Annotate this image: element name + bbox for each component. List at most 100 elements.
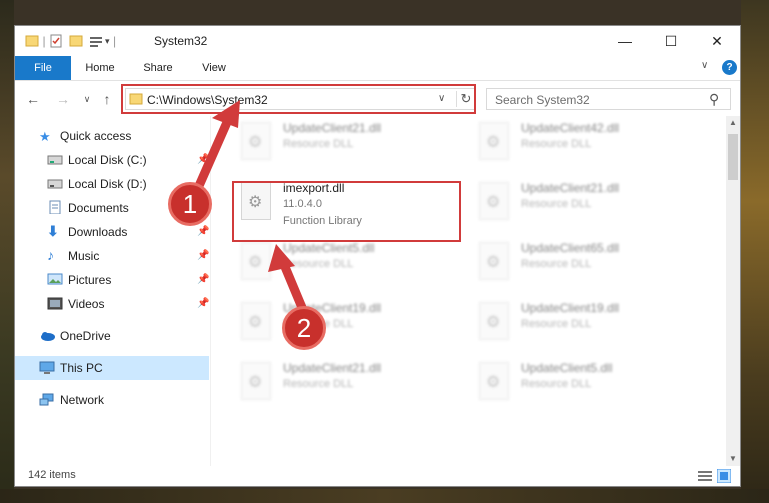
file-name: UpdateClient21.dll: [521, 181, 620, 195]
pin-icon[interactable]: 📌: [197, 250, 209, 261]
quick-access-toolbar: | ▾ |: [25, 33, 120, 49]
file-item[interactable]: UpdateClient42.dll Resource DLL: [473, 118, 703, 170]
file-description: Resource DLL: [283, 378, 354, 390]
file-item[interactable]: UpdateClient19.dll Resource DLL: [235, 298, 465, 350]
dll-file-icon: [241, 242, 271, 280]
sidebar-item-music[interactable]: ♪ Music 📌: [15, 244, 209, 268]
search-icon[interactable]: ⚲: [709, 91, 719, 108]
file-item[interactable]: UpdateClient5.dll Resource DLL: [473, 358, 703, 410]
file-description: Resource DLL: [521, 378, 592, 390]
item-count: 142 items: [28, 469, 76, 481]
network-icon: [39, 393, 54, 406]
file-list: UpdateClient21.dll Resource DLL imexport…: [211, 116, 726, 466]
file-highlight: [232, 181, 461, 242]
file-description: Resource DLL: [283, 258, 354, 270]
sidebar-item-local-disk-c[interactable]: Local Disk (C:) 📌: [15, 148, 209, 172]
toolbar-separator: |: [112, 34, 117, 48]
status-bar: 142 items: [15, 466, 740, 486]
sidebar-item-label: Documents: [68, 201, 129, 215]
sidebar-item-network[interactable]: Network: [15, 388, 209, 412]
sidebar-item-label: Quick access: [60, 129, 132, 143]
new-folder-icon[interactable]: [69, 34, 83, 48]
video-icon: [47, 297, 63, 310]
recent-locations-button[interactable]: ∨: [77, 89, 97, 109]
scroll-down-icon[interactable]: ▼: [726, 452, 740, 466]
file-item[interactable]: UpdateClient21.dll Resource DLL: [235, 118, 465, 170]
sidebar-item-onedrive[interactable]: OneDrive: [15, 324, 209, 348]
file-name: UpdateClient21.dll: [283, 361, 382, 375]
tab-home[interactable]: Home: [77, 56, 123, 80]
search-box[interactable]: Search System32 ⚲: [486, 88, 731, 110]
sidebar-item-label: This PC: [60, 361, 103, 375]
sidebar-item-quick-access[interactable]: ★ Quick access: [15, 124, 209, 148]
file-description: Resource DLL: [521, 258, 592, 270]
window-title: System32: [154, 34, 208, 48]
forward-button[interactable]: →: [53, 89, 73, 109]
cloud-icon: [41, 332, 55, 341]
file-item[interactable]: UpdateClient5.dll Resource DLL: [235, 238, 465, 290]
title-bar: | ▾ | System32 — ☐ ✕: [15, 26, 740, 56]
dll-file-icon: [479, 122, 509, 160]
sidebar-item-videos[interactable]: Videos 📌: [15, 292, 209, 316]
dll-file-icon: [479, 182, 509, 220]
back-button[interactable]: ←: [23, 89, 43, 109]
file-description: Resource DLL: [521, 198, 592, 210]
sidebar-item-label: Downloads: [68, 225, 128, 239]
file-description: Resource DLL: [521, 138, 592, 150]
pin-icon[interactable]: 📌: [197, 154, 209, 165]
sidebar-item-this-pc[interactable]: This PC: [15, 356, 209, 380]
desktop-background-right: [741, 0, 769, 503]
file-name: UpdateClient21.dll: [283, 121, 382, 135]
sidebar-item-label: Local Disk (D:): [68, 177, 147, 191]
expand-ribbon-icon[interactable]: ∨: [701, 60, 708, 71]
maximize-button[interactable]: ☐: [648, 26, 694, 56]
star-icon: ★: [39, 129, 51, 144]
drive-icon: [47, 179, 63, 189]
pin-icon[interactable]: 📌: [197, 274, 209, 285]
file-item[interactable]: UpdateClient19.dll Resource DLL: [473, 298, 703, 350]
dll-file-icon: [479, 362, 509, 400]
scrollbar-thumb[interactable]: [728, 134, 738, 180]
pin-icon[interactable]: 📌: [197, 226, 209, 237]
callout-badge-1: 1: [168, 182, 212, 226]
address-bar-highlight: [121, 84, 476, 114]
file-item[interactable]: UpdateClient21.dll Resource DLL: [473, 178, 703, 230]
folder-icon[interactable]: [25, 34, 39, 48]
sidebar-item-label: Local Disk (C:): [68, 153, 147, 167]
sidebar-item-label: Videos: [68, 297, 105, 311]
desktop-background-left: [0, 0, 14, 503]
properties-icon[interactable]: [49, 34, 63, 48]
file-description: Resource DLL: [283, 138, 354, 150]
tab-file[interactable]: File: [15, 56, 71, 80]
sidebar-item-label: Pictures: [68, 273, 112, 287]
minimize-button[interactable]: —: [602, 26, 648, 56]
tab-share[interactable]: Share: [135, 56, 181, 80]
file-item[interactable]: UpdateClient65.dll Resource DLL: [473, 238, 703, 290]
scroll-up-icon[interactable]: ▲: [726, 116, 740, 130]
navigation-pane: ★ Quick access Local Disk (C:) 📌 Local D…: [15, 116, 211, 466]
large-icons-view-icon[interactable]: [717, 469, 731, 483]
pictures-icon: [47, 273, 63, 285]
pin-icon[interactable]: 📌: [197, 298, 209, 309]
dll-file-icon: [241, 122, 271, 160]
close-button[interactable]: ✕: [694, 26, 740, 56]
search-placeholder: Search System32: [495, 93, 590, 107]
file-item[interactable]: UpdateClient21.dll Resource DLL: [235, 358, 465, 410]
file-name: UpdateClient65.dll: [521, 241, 620, 255]
sidebar-item-label: OneDrive: [60, 329, 111, 343]
callout-badge-2: 2: [282, 306, 326, 350]
up-button[interactable]: ↑: [97, 89, 117, 109]
file-description: Resource DLL: [521, 318, 592, 330]
dll-file-icon: [241, 362, 271, 400]
customize-toolbar-icon[interactable]: [89, 34, 103, 48]
ribbon-tabs: File Home Share View ∨ ?: [15, 56, 740, 81]
toolbar-separator: |: [42, 34, 46, 48]
tab-view[interactable]: View: [191, 56, 237, 80]
file-name: UpdateClient42.dll: [521, 121, 620, 135]
document-icon: [49, 200, 61, 214]
help-icon[interactable]: ?: [722, 60, 737, 75]
sidebar-item-pictures[interactable]: Pictures 📌: [15, 268, 209, 292]
vertical-scrollbar[interactable]: ▲ ▼: [726, 116, 740, 466]
details-view-icon[interactable]: [698, 470, 712, 482]
drive-icon: [47, 155, 63, 165]
